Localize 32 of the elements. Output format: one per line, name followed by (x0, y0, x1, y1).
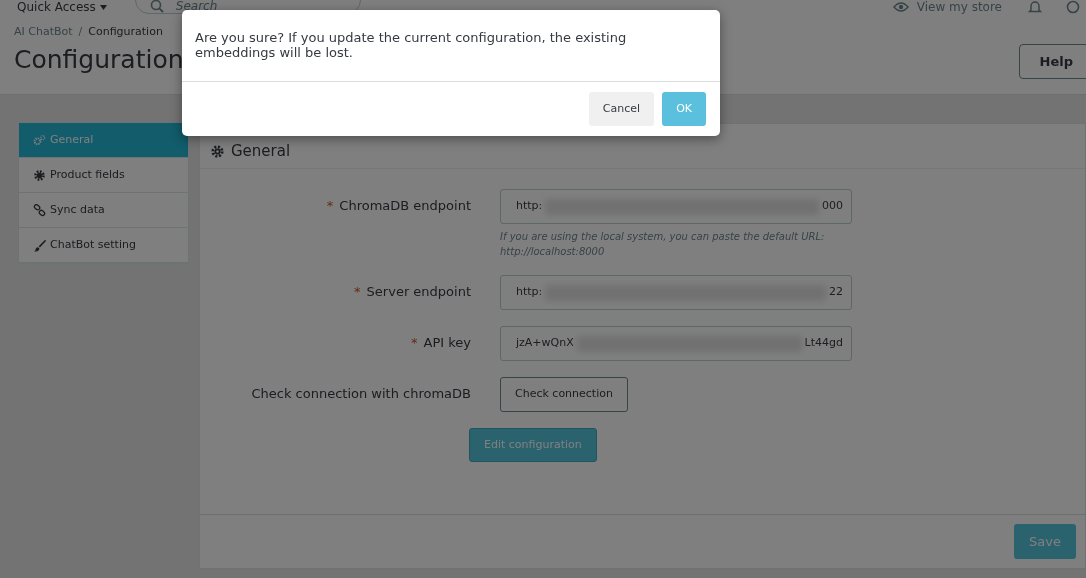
field-label: Server endpoint (366, 284, 471, 299)
caret-icon (99, 5, 107, 10)
search-icon (149, 0, 164, 13)
required-mark: * (354, 284, 361, 299)
required-mark: * (326, 198, 334, 213)
gear-icon (210, 143, 225, 159)
link-icon (33, 203, 46, 217)
eye-icon (892, 1, 909, 13)
field-label: Check connection with chromaDB (251, 386, 471, 401)
dialog-message: Are you sure? If you update the current configuration, the existing embeddings will be lost. (195, 30, 628, 60)
gear-icon (33, 168, 46, 182)
field-label: API key (423, 335, 471, 350)
input-field[interactable]: http: 000 (500, 189, 852, 224)
brush-icon (33, 238, 46, 252)
field-label: ChromaDB endpoint (339, 198, 471, 213)
required-mark: * (411, 335, 418, 350)
bell-icon[interactable] (1028, 0, 1042, 14)
view-store-link[interactable]: View my store (916, 0, 1002, 14)
quick-access-menu[interactable]: Quick Access (17, 0, 96, 14)
account-icon[interactable] (1066, 0, 1080, 14)
help-button[interactable]: Help (1018, 43, 1086, 80)
panel-title: General (231, 140, 291, 162)
breadcrumb-current: Configuration (88, 25, 163, 38)
cancel-button[interactable]: Cancel (588, 91, 655, 127)
check-connection-button[interactable]: Check connection (500, 377, 628, 412)
gears-icon (33, 133, 46, 147)
help-text: If you are using the local system, you can paste the default URL: http://localhost:8000 (500, 230, 826, 259)
input-field[interactable]: http: 22 (500, 275, 852, 310)
page-title: Configuration (13, 44, 184, 75)
breadcrumb-link[interactable]: AI ChatBot (14, 25, 73, 38)
breadcrumb-separator: / (78, 25, 83, 38)
input-field[interactable]: jzA+wQnX Lt44gd (500, 326, 852, 361)
